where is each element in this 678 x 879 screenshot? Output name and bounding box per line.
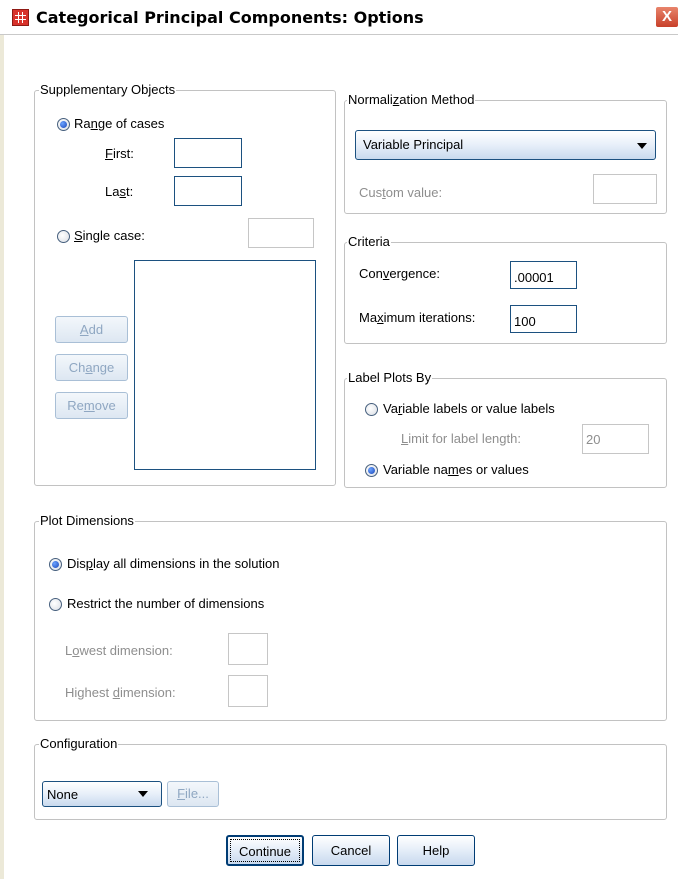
restrict-radio[interactable]: [49, 598, 62, 611]
display-all-label[interactable]: Display all dimensions in the solution: [67, 556, 279, 571]
cases-list[interactable]: [134, 260, 316, 470]
configuration-dropdown[interactable]: None: [42, 781, 162, 807]
range-of-cases-radio[interactable]: [57, 118, 70, 131]
normalization-selected: Variable Principal: [363, 137, 464, 152]
cancel-button[interactable]: Cancel: [312, 835, 390, 866]
file-button[interactable]: File...: [167, 781, 219, 807]
restrict-label[interactable]: Restrict the number of dimensions: [67, 596, 264, 611]
continue-button[interactable]: Continue: [226, 835, 304, 866]
title-bar: Categorical Principal Components: Option…: [0, 0, 678, 35]
label-plots-legend: Label Plots By: [347, 370, 433, 385]
highest-dimension-input[interactable]: [228, 675, 268, 707]
variable-names-label[interactable]: Variable names or values: [383, 462, 529, 477]
remove-button[interactable]: Remove: [55, 392, 128, 419]
single-case-radio[interactable]: [57, 230, 70, 243]
window-title: Categorical Principal Components: Option…: [36, 8, 424, 27]
label-length-label: Limit for label length:: [401, 431, 521, 446]
supplementary-objects-legend: Supplementary Objects: [39, 82, 177, 97]
variable-labels-radio[interactable]: [365, 403, 378, 416]
configuration-selected: None: [47, 787, 79, 802]
custom-value-label: Custom value:: [359, 185, 443, 200]
help-button[interactable]: Help: [397, 835, 475, 866]
convergence-input[interactable]: .00001: [510, 261, 577, 289]
highest-dimension-label: Highest dimension:: [65, 685, 176, 700]
single-case-label[interactable]: Single case:: [74, 228, 145, 243]
last-label: Last:: [105, 184, 134, 199]
lowest-dimension-label: Lowest dimension:: [65, 643, 173, 658]
change-button[interactable]: Change: [55, 354, 128, 381]
spss-grid-icon: [12, 9, 29, 26]
custom-value-input[interactable]: [593, 174, 657, 204]
single-case-input[interactable]: [248, 218, 314, 248]
chevron-down-icon: [138, 791, 148, 797]
first-input[interactable]: [174, 138, 242, 168]
normalization-dropdown[interactable]: Variable Principal: [355, 130, 656, 160]
criteria-legend: Criteria: [347, 234, 391, 249]
chevron-down-icon: [637, 143, 647, 149]
first-label: First:: [105, 146, 134, 161]
max-iterations-input[interactable]: 100: [510, 305, 577, 333]
configuration-legend: Configuration: [39, 736, 119, 751]
label-length-input[interactable]: 20: [582, 424, 649, 454]
criteria-group: [344, 242, 667, 344]
lowest-dimension-input[interactable]: [228, 633, 268, 665]
close-button[interactable]: X: [655, 6, 678, 28]
normalization-legend: Normalization Method: [347, 92, 476, 107]
plot-dimensions-legend: Plot Dimensions: [39, 513, 135, 528]
display-all-radio[interactable]: [49, 558, 62, 571]
variable-labels-label[interactable]: Variable labels or value labels: [383, 401, 555, 416]
variable-names-radio[interactable]: [365, 464, 378, 477]
last-input[interactable]: [174, 176, 242, 206]
range-of-cases-label[interactable]: Range of cases: [74, 116, 164, 131]
convergence-label: Convergence:: [359, 266, 440, 281]
add-button[interactable]: Add: [55, 316, 128, 343]
max-iterations-label: Maximum iterations:: [359, 310, 476, 325]
